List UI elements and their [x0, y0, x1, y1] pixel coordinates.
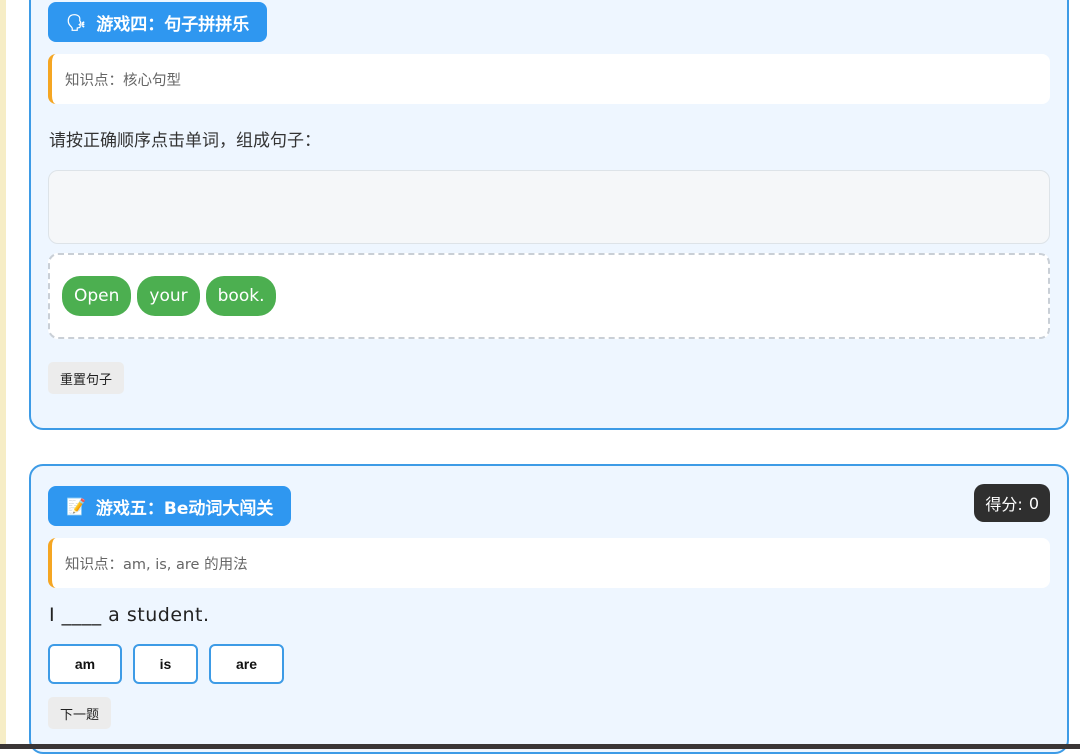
speaking-head-icon: 🗣 [66, 12, 87, 32]
word-chip-open[interactable]: Open [62, 276, 132, 316]
game5-card: 📝 游戏五：Be动词大闯关 得分: 0 知识点：am, is, are 的用法 … [29, 464, 1069, 754]
sentence-answer-area[interactable] [48, 170, 1050, 244]
reset-sentence-button[interactable]: 重置句子 [48, 362, 125, 394]
left-edge-strip [0, 0, 6, 749]
option-is-button[interactable]: is [133, 644, 198, 684]
game4-instruction: 请按正确顺序点击单词，组成句子： [49, 131, 321, 151]
next-question-button[interactable]: 下一题 [48, 697, 112, 729]
option-are-button[interactable]: are [209, 644, 284, 684]
word-chip-book[interactable]: book. [205, 276, 277, 316]
game4-card: 🗣 游戏四：句子拼拼乐 知识点：核心句型 请按正确顺序点击单词，组成句子： Op… [29, 0, 1069, 430]
game5-title: 游戏五：Be动词大闯关 [95, 498, 274, 519]
option-am-button[interactable]: am [48, 644, 122, 684]
score-label: 得分: [985, 495, 1023, 514]
game5-title-pill: 📝 游戏五：Be动词大闯关 [48, 486, 292, 526]
score-value: 0 [1028, 493, 1039, 513]
word-chip-your[interactable]: your [137, 276, 200, 316]
score-badge: 得分: 0 [974, 484, 1050, 522]
game4-knowledge-point: 知识点：核心句型 [48, 54, 1050, 104]
game5-knowledge-point: 知识点：am, is, are 的用法 [48, 538, 1050, 588]
game4-title-pill: 🗣 游戏四：句子拼拼乐 [48, 2, 268, 42]
word-pool: Open your book. [48, 253, 1050, 339]
bottom-edge-strip [0, 744, 1080, 749]
game4-title: 游戏四：句子拼拼乐 [96, 14, 250, 35]
memo-icon: 📝 [66, 496, 86, 516]
be-verb-question: I ____ a student. [49, 604, 210, 626]
